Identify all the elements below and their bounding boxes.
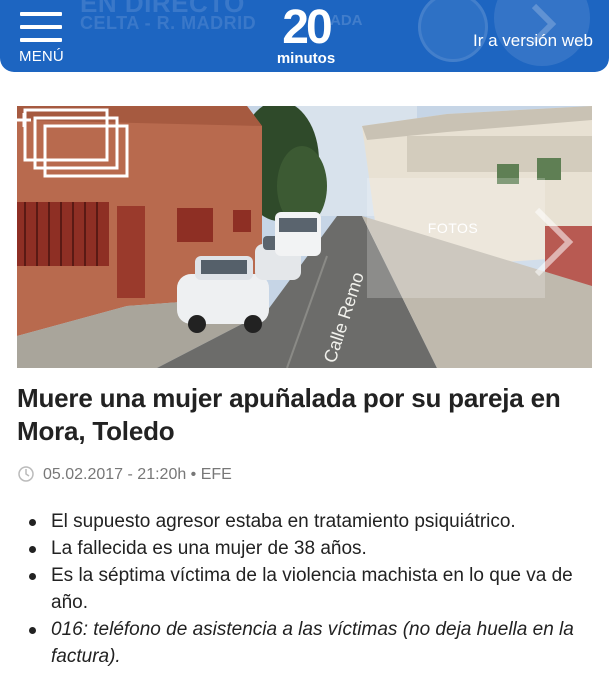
bullet-icon xyxy=(29,573,36,580)
article-headline[interactable]: Muere una mujer apuñalada por su pareja … xyxy=(17,382,592,448)
bullet-icon xyxy=(29,627,36,634)
article-hero-image[interactable]: Calle Remo FOTOS xyxy=(17,106,592,368)
list-item: Es la séptima víctima de la violencia ma… xyxy=(25,562,595,616)
list-item: El supuesto agresor estaba en tratamient… xyxy=(25,508,595,535)
article-summary-list: El supuesto agresor estaba en tratamient… xyxy=(25,508,595,670)
clock-icon xyxy=(18,466,34,482)
menu-button[interactable]: MENÚ xyxy=(16,12,68,68)
site-header: EN DIRECTO CELTA - R. MADRID ADA MENÚ 20… xyxy=(0,0,609,85)
publish-date: 05.02.2017 - 21:20h • EFE xyxy=(43,466,232,483)
logo-word: minutos xyxy=(276,50,336,67)
header-bar: EN DIRECTO CELTA - R. MADRID ADA MENÚ 20… xyxy=(0,0,609,72)
hamburger-menu-icon xyxy=(20,12,62,44)
photo-gallery-icon xyxy=(17,108,129,178)
list-item-text: 016: teléfono de asistencia a las víctim… xyxy=(51,619,574,667)
bullet-icon xyxy=(29,546,36,553)
gallery-label: FOTOS xyxy=(427,220,479,236)
bullet-icon xyxy=(29,519,36,526)
list-item: 016: teléfono de asistencia a las víctim… xyxy=(25,616,595,670)
list-item-text: Es la séptima víctima de la violencia ma… xyxy=(51,565,573,613)
logo-number: 20 xyxy=(282,1,332,54)
photo-gallery-overlay[interactable] xyxy=(367,178,545,298)
site-logo[interactable]: 20 minutos xyxy=(272,4,340,68)
list-item-text: El supuesto agresor estaba en tratamient… xyxy=(51,511,516,532)
list-item-text: La fallecida es una mujer de 38 años. xyxy=(51,538,367,559)
menu-label: MENÚ xyxy=(19,48,64,65)
web-version-link[interactable]: Ir a versión web xyxy=(473,31,593,51)
list-item: La fallecida es una mujer de 38 años. xyxy=(25,535,595,562)
parked-van xyxy=(275,212,321,256)
